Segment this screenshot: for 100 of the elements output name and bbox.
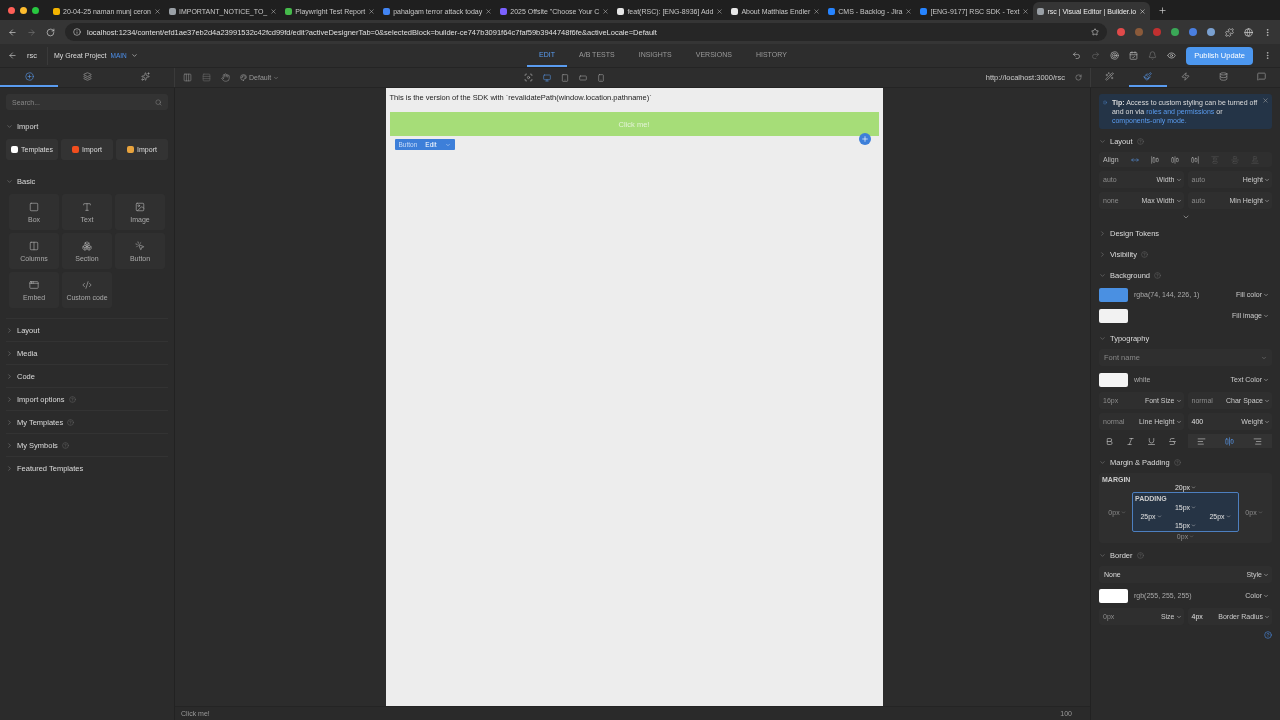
stretch-icon <box>1131 155 1139 164</box>
minimize-dot[interactable] <box>20 6 27 14</box>
close-icon[interactable] <box>1262 97 1269 104</box>
forward-icon[interactable] <box>27 27 36 37</box>
reload-icon[interactable] <box>1075 74 1082 81</box>
close-dot[interactable] <box>8 6 15 14</box>
comment-icon <box>1256 72 1266 81</box>
extension-icon[interactable] <box>1153 28 1161 36</box>
device-button[interactable] <box>579 73 588 82</box>
chevron-right-icon <box>1099 230 1106 238</box>
help-icon <box>68 395 76 403</box>
menu-icon[interactable] <box>1263 27 1272 37</box>
extension-icon[interactable] <box>1135 28 1143 36</box>
caret-icon <box>1156 514 1162 520</box>
close-icon[interactable] <box>153 7 161 15</box>
caret-icon <box>1175 613 1182 620</box>
align-middle-icon <box>1231 155 1239 164</box>
back-icon[interactable] <box>8 51 17 60</box>
target-icon[interactable] <box>1110 51 1120 60</box>
close-icon[interactable] <box>813 7 821 15</box>
undo-icon[interactable] <box>1072 51 1082 60</box>
close-icon[interactable] <box>270 7 278 15</box>
eye-icon[interactable] <box>1167 51 1177 60</box>
strikethrough-icon <box>1168 436 1178 446</box>
maximize-dot[interactable] <box>32 6 39 14</box>
device-button[interactable] <box>543 73 552 82</box>
focus-icon[interactable] <box>524 73 534 82</box>
extension-icon[interactable] <box>1207 28 1215 36</box>
database-icon <box>1218 72 1228 81</box>
lightning-icon <box>1181 72 1190 81</box>
chevron-down-icon <box>6 177 13 185</box>
caret-icon <box>1264 613 1270 620</box>
chevron-right-icon <box>6 372 13 380</box>
help-icon <box>61 441 69 449</box>
rows-icon[interactable] <box>202 73 211 82</box>
chevron-down-icon <box>1099 335 1106 343</box>
caret-icon <box>1191 505 1197 511</box>
back-icon[interactable] <box>8 27 17 37</box>
align-top-icon <box>1211 155 1219 164</box>
caret-icon <box>1263 376 1269 383</box>
color-swatch[interactable] <box>1099 287 1128 302</box>
align-center-icon <box>1225 436 1235 446</box>
caret-icon <box>1264 197 1270 204</box>
chevron-right-icon <box>6 441 13 449</box>
hand-icon[interactable] <box>221 73 230 82</box>
chevron-down-icon <box>1099 552 1106 560</box>
chevron-down-icon <box>1099 459 1106 467</box>
device-button[interactable] <box>597 73 606 82</box>
help-icon <box>1140 251 1148 259</box>
caret-icon <box>1264 418 1270 425</box>
close-icon[interactable] <box>485 7 493 15</box>
plus-icon <box>860 135 869 143</box>
caret-icon <box>1175 197 1182 204</box>
new-tab-icon[interactable] <box>1158 5 1168 15</box>
text-icon <box>82 201 92 212</box>
more-icon[interactable] <box>1263 51 1272 60</box>
landscape-icon <box>579 73 588 82</box>
close-icon[interactable] <box>716 7 724 15</box>
stack-icon <box>82 240 92 251</box>
info-icon <box>73 28 81 36</box>
profile-icon[interactable] <box>1244 27 1253 37</box>
close-icon[interactable] <box>1022 7 1030 15</box>
columns-icon <box>29 240 39 251</box>
chevron-right-icon <box>1099 251 1106 259</box>
chevron-right-icon <box>6 395 13 403</box>
chevron-right-icon <box>6 418 13 426</box>
caret-icon <box>1261 354 1267 361</box>
puzzle-icon[interactable] <box>1225 27 1234 37</box>
chevron-right-icon <box>6 349 13 357</box>
caret-icon <box>130 52 138 59</box>
extension-icon[interactable] <box>1171 28 1179 36</box>
caret-icon <box>1120 509 1126 515</box>
columns-icon[interactable] <box>183 73 192 82</box>
text-align-button[interactable] <box>1187 434 1216 449</box>
caret-icon <box>1263 571 1269 578</box>
help-icon[interactable] <box>1264 631 1272 640</box>
phone-icon <box>597 73 606 82</box>
pointer-icon <box>135 240 145 251</box>
desktop-icon <box>543 73 552 82</box>
brush-icon <box>1143 72 1153 81</box>
bookmark-icon[interactable] <box>1091 28 1099 36</box>
caret-icon <box>1263 592 1269 599</box>
color-swatch[interactable] <box>1099 308 1128 323</box>
close-icon[interactable] <box>602 7 610 15</box>
window-icon <box>29 279 39 290</box>
color-swatch[interactable] <box>1099 588 1128 603</box>
color-swatch[interactable] <box>1099 372 1128 387</box>
close-icon[interactable] <box>1139 7 1147 15</box>
bell-icon[interactable] <box>1148 51 1158 60</box>
device-button[interactable] <box>561 73 570 82</box>
align-right-icon <box>1253 436 1263 446</box>
close-icon[interactable] <box>368 7 376 15</box>
extension-icon[interactable] <box>1117 28 1125 36</box>
close-icon[interactable] <box>905 7 913 15</box>
calendar-icon[interactable] <box>1129 51 1139 60</box>
help-icon <box>1136 138 1144 146</box>
extension-icon[interactable] <box>1189 28 1197 36</box>
text-align-button[interactable] <box>1243 434 1272 449</box>
layers-icon <box>82 72 92 81</box>
chevron-down-icon <box>6 122 13 130</box>
